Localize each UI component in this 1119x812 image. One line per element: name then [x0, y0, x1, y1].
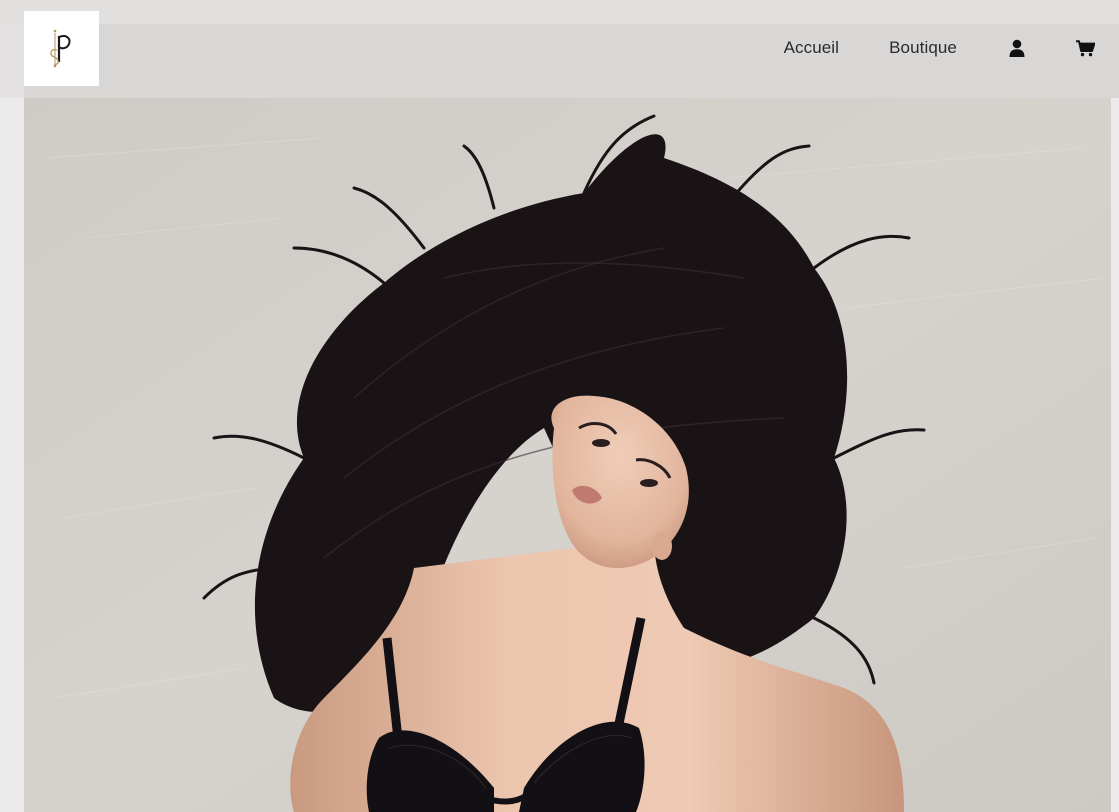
sp-monogram-logo-icon: [49, 29, 70, 67]
nav-link-boutique[interactable]: Boutique: [864, 38, 982, 58]
main-nav: Accueil Boutique: [759, 24, 1119, 72]
user-icon[interactable]: [1007, 38, 1027, 58]
shopping-cart-icon[interactable]: [1075, 38, 1095, 58]
header-top-strip: [0, 0, 1119, 24]
logo-link[interactable]: [24, 11, 99, 86]
site-header: Accueil Boutique: [0, 0, 1119, 98]
hero-photo: [24, 98, 1111, 812]
nav-link-accueil[interactable]: Accueil: [759, 38, 865, 58]
hero-banner: [24, 98, 1111, 812]
page: Accueil Boutique: [0, 0, 1119, 812]
